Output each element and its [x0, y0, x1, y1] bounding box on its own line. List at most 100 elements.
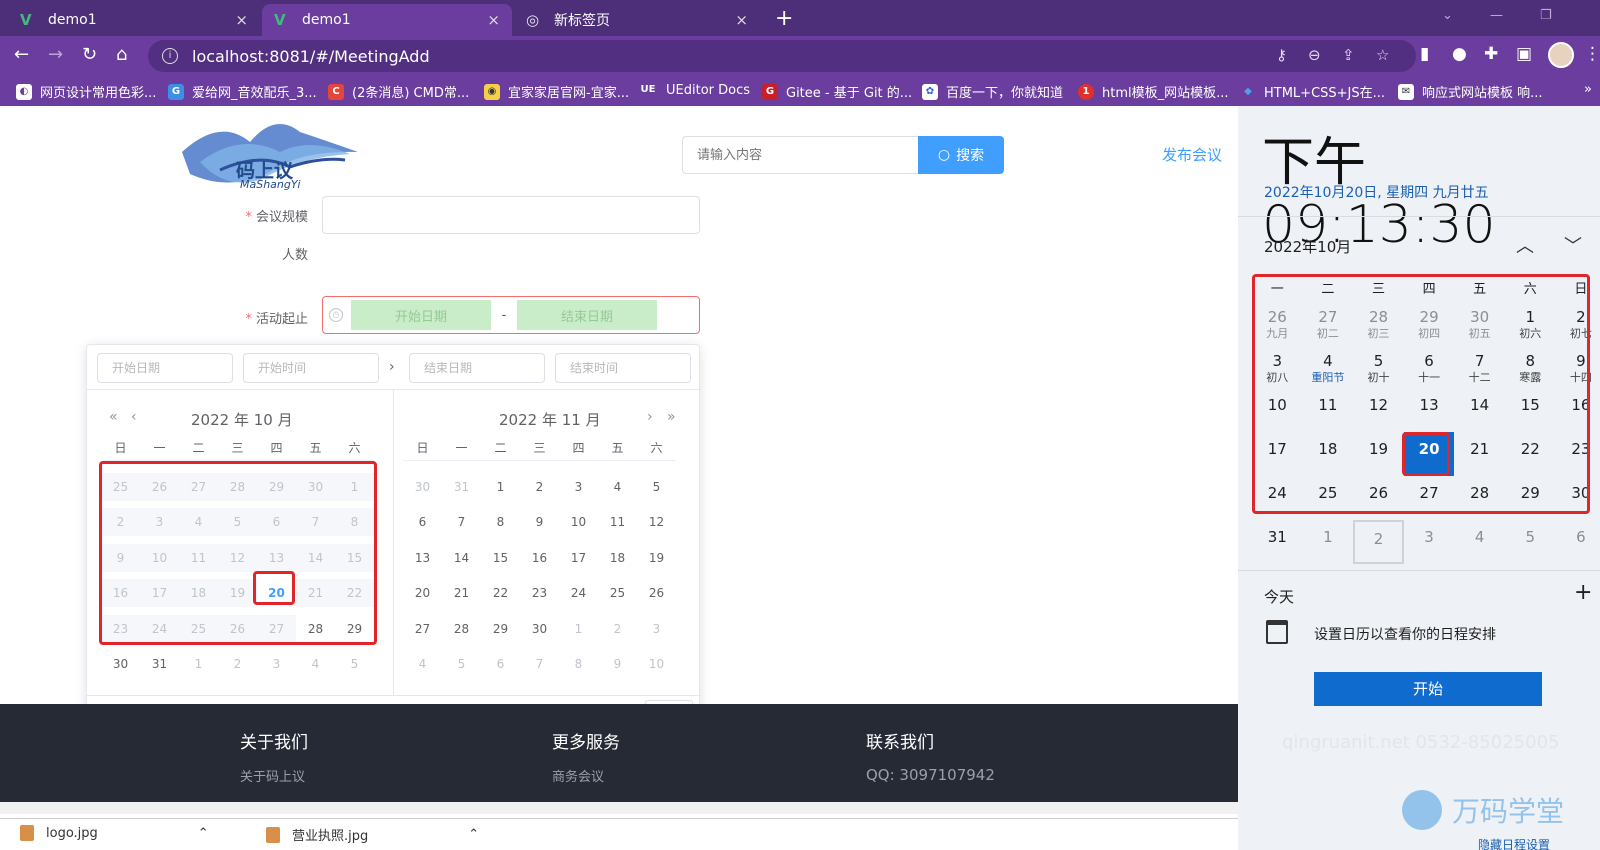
calendar-day[interactable]: 5	[637, 480, 676, 494]
calendar-day[interactable]: 2	[520, 480, 559, 494]
calendar-day[interactable]: 18	[598, 551, 637, 565]
bookmark-item[interactable]: ✿ 百度一下，你就知道	[922, 82, 1063, 101]
next-year-icon[interactable]: »	[667, 409, 676, 425]
calendar-day[interactable]: 27	[403, 622, 442, 636]
calendar-month-title[interactable]: 2022年10月	[1264, 236, 1351, 257]
calendar-day[interactable]: 1	[559, 622, 598, 636]
calendar-day[interactable]: 6	[403, 515, 442, 529]
range-start-field[interactable]: 开始日期	[351, 300, 491, 330]
puzzle-icon[interactable]: ✚	[1484, 44, 1498, 64]
search-input[interactable]	[682, 136, 918, 174]
calendar-day[interactable]: 13	[403, 551, 442, 565]
bookmark-item[interactable]: 1 html模板_网站模板...	[1078, 82, 1229, 101]
close-icon[interactable]: ×	[735, 11, 748, 29]
chevron-up-icon[interactable]: ⌃	[468, 827, 479, 842]
calendar-day[interactable]: 15	[481, 551, 520, 565]
next-month-icon[interactable]: ›	[647, 409, 653, 425]
calendar-day[interactable]: 2	[598, 622, 637, 636]
get-started-button[interactable]: 开始	[1314, 672, 1542, 706]
calendar-day[interactable]: 9	[598, 657, 637, 671]
home-icon[interactable]: ⌂	[116, 44, 127, 65]
calendar-day[interactable]: 2	[218, 657, 257, 671]
calendar-day[interactable]: 19	[637, 551, 676, 565]
download-item[interactable]: logo.jpg ⌃	[20, 825, 209, 841]
date-range-input[interactable]: ◷ 开始日期 - 结束日期	[322, 296, 700, 334]
horizontal-scrollbar[interactable]	[0, 802, 1238, 814]
forward-icon[interactable]: →	[48, 44, 63, 65]
bookmark-item[interactable]: ◐ 网页设计常用色彩...	[16, 82, 156, 101]
reload-icon[interactable]: ↻	[82, 44, 97, 65]
calendar-day[interactable]: 4	[296, 657, 335, 671]
browser-tab-demo1-active[interactable]: V demo1 ×	[262, 4, 512, 36]
profile-avatar[interactable]	[1548, 42, 1574, 68]
key-icon[interactable]: ⚷	[1276, 46, 1287, 64]
calendar-day[interactable]: 1	[1303, 520, 1354, 564]
calendar-day[interactable]: 28	[442, 622, 481, 636]
calendar-day[interactable]: 5	[442, 657, 481, 671]
calendar-day[interactable]: 22	[481, 586, 520, 600]
calendar-day[interactable]: 6	[1556, 520, 1600, 564]
calendar-day[interactable]: 10	[559, 515, 598, 529]
calendar-day[interactable]: 6	[481, 657, 520, 671]
picker-end-date-input[interactable]: 结束日期	[409, 353, 545, 383]
bookmark-item[interactable]: ◉ 宜家家居官网-宜家...	[484, 82, 629, 101]
meeting-scale-input[interactable]	[322, 196, 700, 234]
calendar-day[interactable]: 4	[403, 657, 442, 671]
restore-icon[interactable]: ❐	[1540, 8, 1552, 23]
download-item[interactable]: 营业执照.jpg ⌃	[266, 825, 479, 844]
check-shield-icon[interactable]: ●	[1452, 44, 1467, 64]
calendar-day[interactable]: 8	[481, 515, 520, 529]
calendar-day[interactable]: 4	[598, 480, 637, 494]
calendar-day[interactable]: 24	[559, 586, 598, 600]
calendar-day[interactable]: 7	[520, 657, 559, 671]
range-end-field[interactable]: 结束日期	[517, 300, 657, 330]
calendar-day[interactable]: 20	[403, 586, 442, 600]
calendar-day[interactable]: 7	[442, 515, 481, 529]
close-icon[interactable]: ×	[235, 11, 248, 29]
calendar-day[interactable]: 30	[520, 622, 559, 636]
calendar-day[interactable]: 16	[520, 551, 559, 565]
picker-start-time-input[interactable]: 开始时间	[243, 353, 379, 383]
bookmark-item[interactable]: ◆ HTML+CSS+JS在...	[1240, 82, 1385, 102]
calendar-day[interactable]: 3	[637, 622, 676, 636]
calendar-day[interactable]: 30	[403, 480, 442, 494]
calendar-day[interactable]: 25	[598, 586, 637, 600]
calendar-day[interactable]: 23	[520, 586, 559, 600]
side-panel-icon[interactable]: ▣	[1516, 44, 1532, 64]
calendar-day[interactable]: 1	[481, 480, 520, 494]
picker-start-date-input[interactable]: 开始日期	[97, 353, 233, 383]
calendar-day[interactable]: 2	[1353, 520, 1404, 564]
chevron-down-icon[interactable]: ﹀	[1564, 232, 1582, 258]
calendar-day[interactable]: 9	[520, 515, 559, 529]
site-logo[interactable]: 码上议 MaShangYi	[180, 112, 360, 192]
tab-search-icon[interactable]: ⌄	[1442, 8, 1453, 23]
bookmark-item[interactable]: G Gitee - 基于 Git 的...	[762, 82, 912, 101]
calendar-day[interactable]: 1	[179, 657, 218, 671]
prev-year-icon[interactable]: «	[109, 409, 118, 425]
calendar-day[interactable]: 17	[559, 551, 598, 565]
clock-date-link[interactable]: 2022年10月20日, 星期四 九月廿五	[1264, 182, 1489, 202]
footer-services-link[interactable]: 商务会议	[552, 766, 604, 785]
calendar-day[interactable]: 5	[335, 657, 374, 671]
back-icon[interactable]: ←	[14, 44, 29, 65]
chevron-up-icon[interactable]: ⌃	[198, 826, 209, 841]
calendar-day[interactable]: 21	[442, 586, 481, 600]
menu-icon[interactable]: ⋮	[1584, 44, 1600, 64]
browser-tab-demo1[interactable]: V demo1 ×	[8, 4, 260, 36]
footer-about-link[interactable]: 关于码上议	[240, 766, 305, 785]
calendar-day[interactable]: 3	[559, 480, 598, 494]
calendar-day[interactable]: 8	[559, 657, 598, 671]
picker-end-time-input[interactable]: 结束时间	[555, 353, 691, 383]
calendar-day[interactable]: 10	[637, 657, 676, 671]
calendar-day[interactable]: 31	[140, 657, 179, 671]
chevron-up-icon[interactable]: ︿	[1516, 232, 1534, 258]
add-event-icon[interactable]: +	[1574, 580, 1592, 605]
calendar-day[interactable]: 31	[442, 480, 481, 494]
extension-icon[interactable]: ▮	[1420, 44, 1429, 64]
star-icon[interactable]: ☆	[1376, 46, 1389, 64]
calendar-day[interactable]: 3	[257, 657, 296, 671]
calendar-day[interactable]: 11	[598, 515, 637, 529]
calendar-day[interactable]: 14	[442, 551, 481, 565]
calendar-day[interactable]: 29	[481, 622, 520, 636]
minimize-icon[interactable]: —	[1490, 8, 1503, 23]
